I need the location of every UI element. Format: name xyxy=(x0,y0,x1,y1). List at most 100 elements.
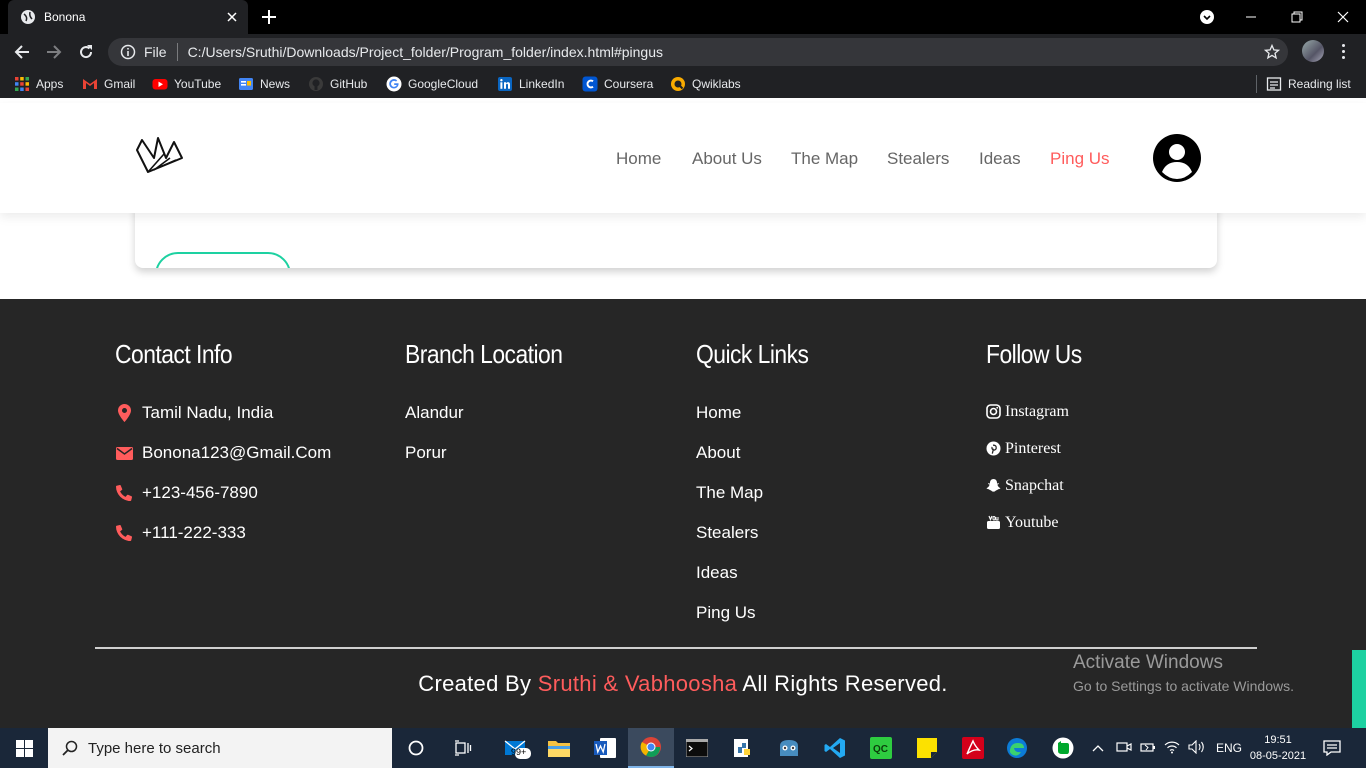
bookmark-googlecloud[interactable]: GoogleCloud xyxy=(386,76,478,92)
meet-now-icon[interactable] xyxy=(1116,740,1132,757)
back-arrow-icon[interactable] xyxy=(12,42,32,62)
credit-authors: Sruthi & Vabhoosha xyxy=(537,671,738,696)
browser-menu-icon[interactable] xyxy=(1336,42,1350,60)
notification-center-icon[interactable] xyxy=(1310,728,1354,768)
coursera-icon xyxy=(582,76,598,92)
battery-icon[interactable] xyxy=(1140,741,1156,756)
system-tray: ENG xyxy=(1092,728,1242,768)
bookmark-label: GoogleCloud xyxy=(408,77,479,91)
word-app-icon[interactable] xyxy=(582,728,628,768)
nav-home[interactable]: Home xyxy=(616,149,661,169)
godot-app-icon[interactable] xyxy=(766,728,812,768)
evernote-app-icon[interactable] xyxy=(1040,728,1086,768)
globe-icon xyxy=(21,10,35,24)
reload-icon[interactable] xyxy=(76,42,96,62)
bookmark-apps[interactable]: Apps xyxy=(14,76,63,92)
address-bar[interactable]: File C:/Users/Sruthi/Downloads/Project_f… xyxy=(108,38,1288,66)
nav-the-map[interactable]: The Map xyxy=(791,149,858,169)
card-outline-button[interactable] xyxy=(155,252,291,268)
task-view-icon[interactable] xyxy=(440,728,486,768)
bookmark-github[interactable]: GitHub xyxy=(308,76,367,92)
python-idle-icon[interactable] xyxy=(720,728,766,768)
mail-app-icon[interactable]: 99+ xyxy=(494,728,540,768)
quick-link-stealers[interactable]: Stealers xyxy=(696,513,824,553)
url-text[interactable]: C:/Users/Sruthi/Downloads/Project_folder… xyxy=(188,44,663,60)
bookmark-gmail[interactable]: Gmail xyxy=(82,76,135,92)
activate-windows-subtitle: Go to Settings to activate Windows. xyxy=(1073,678,1294,694)
nav-ideas[interactable]: Ideas xyxy=(979,149,1021,169)
contact-phone-text: +111-222-333 xyxy=(142,523,246,542)
restore-icon[interactable] xyxy=(1274,0,1320,34)
windows-taskbar: Type here to search 99+ QC ENG 19:51 08-… xyxy=(0,728,1366,768)
reading-list-icon xyxy=(1266,77,1282,91)
reading-list-label: Reading list xyxy=(1288,77,1351,91)
quick-link-about[interactable]: About xyxy=(696,433,824,473)
bookmarks-divider xyxy=(1256,75,1257,93)
envelope-icon xyxy=(115,444,133,462)
bookmark-linkedin[interactable]: LinkedIn xyxy=(497,76,564,92)
bookmark-star-icon[interactable] xyxy=(1264,44,1280,60)
nav-ping-us[interactable]: Ping Us xyxy=(1050,149,1110,169)
social-instagram[interactable]: Instagram xyxy=(986,393,1095,430)
omnibox-divider xyxy=(176,43,178,61)
quick-link-home[interactable]: Home xyxy=(696,393,824,433)
contact-phone-2[interactable]: +111-222-333 xyxy=(115,513,331,553)
profile-avatar[interactable] xyxy=(1302,40,1324,62)
bookmark-youtube[interactable]: YouTube xyxy=(152,76,221,92)
tab-title: Bonona xyxy=(44,10,86,24)
crown-logo-icon[interactable] xyxy=(134,136,186,176)
bookmark-coursera[interactable]: Coursera xyxy=(582,76,653,92)
input-language-label[interactable]: ENG xyxy=(1216,741,1242,755)
new-tab-icon[interactable] xyxy=(260,8,278,26)
social-label: Instagram xyxy=(1005,402,1069,420)
close-tab-icon[interactable] xyxy=(224,9,240,25)
quick-links-heading: Quick Links xyxy=(696,339,809,369)
acrobat-app-icon[interactable] xyxy=(950,728,996,768)
apps-grid-icon xyxy=(15,77,29,91)
wifi-icon[interactable] xyxy=(1164,740,1180,757)
social-snapchat[interactable]: Snapchat xyxy=(986,467,1095,504)
bookmark-label: Gmail xyxy=(104,77,136,91)
scroll-to-top-button[interactable] xyxy=(1352,650,1366,728)
contact-email[interactable]: Bonona123@Gmail.Com xyxy=(115,433,331,473)
browser-toolbar: File C:/Users/Sruthi/Downloads/Project_f… xyxy=(0,34,1366,70)
bookmark-label: Coursera xyxy=(604,77,654,91)
command-prompt-icon[interactable] xyxy=(674,728,720,768)
show-hidden-icons-chevron-icon[interactable] xyxy=(1092,741,1106,755)
contact-phone-1[interactable]: +123-456-7890 xyxy=(115,473,331,513)
taskbar-search-input[interactable]: Type here to search xyxy=(48,728,392,768)
nav-stealers[interactable]: Stealers xyxy=(887,149,949,169)
edge-app-icon[interactable] xyxy=(994,728,1040,768)
social-pinterest[interactable]: Pinterest xyxy=(986,430,1095,467)
user-account-icon[interactable] xyxy=(1153,134,1201,182)
github-icon xyxy=(309,77,323,91)
browser-tab[interactable]: Bonona xyxy=(8,0,248,34)
quick-link-ping-us[interactable]: Ping Us xyxy=(696,593,824,633)
forward-arrow-icon[interactable] xyxy=(44,42,64,62)
qc-app-icon[interactable]: QC xyxy=(858,728,904,768)
quick-link-the-map[interactable]: The Map xyxy=(696,473,824,513)
bookmark-news[interactable]: News xyxy=(238,76,290,92)
info-icon[interactable] xyxy=(120,44,136,60)
search-icon xyxy=(62,740,78,756)
chrome-app-icon[interactable] xyxy=(628,728,674,768)
google-news-icon xyxy=(239,78,253,90)
sticky-notes-icon[interactable] xyxy=(904,728,950,768)
close-window-icon[interactable] xyxy=(1320,0,1366,34)
nav-about-us[interactable]: About Us xyxy=(692,149,762,169)
reading-list-button[interactable]: Reading list xyxy=(1266,76,1351,92)
social-youtube[interactable]: Youtube xyxy=(986,504,1095,541)
volume-icon[interactable] xyxy=(1188,739,1206,757)
activate-windows-watermark: Activate Windows Go to Settings to activ… xyxy=(1073,652,1294,694)
google-g-icon xyxy=(386,76,402,92)
quick-link-ideas[interactable]: Ideas xyxy=(696,553,824,593)
bookmark-qwiklabs[interactable]: Qwiklabs xyxy=(670,76,741,92)
vscode-app-icon[interactable] xyxy=(812,728,858,768)
minimize-icon[interactable] xyxy=(1228,0,1274,34)
file-explorer-icon[interactable] xyxy=(536,728,582,768)
phone-icon xyxy=(115,524,133,542)
windows-start-icon[interactable] xyxy=(0,728,48,768)
cortana-icon[interactable] xyxy=(393,728,439,768)
system-clock[interactable]: 19:51 08-05-2021 xyxy=(1248,732,1308,764)
tab-search-icon[interactable] xyxy=(1184,0,1230,34)
